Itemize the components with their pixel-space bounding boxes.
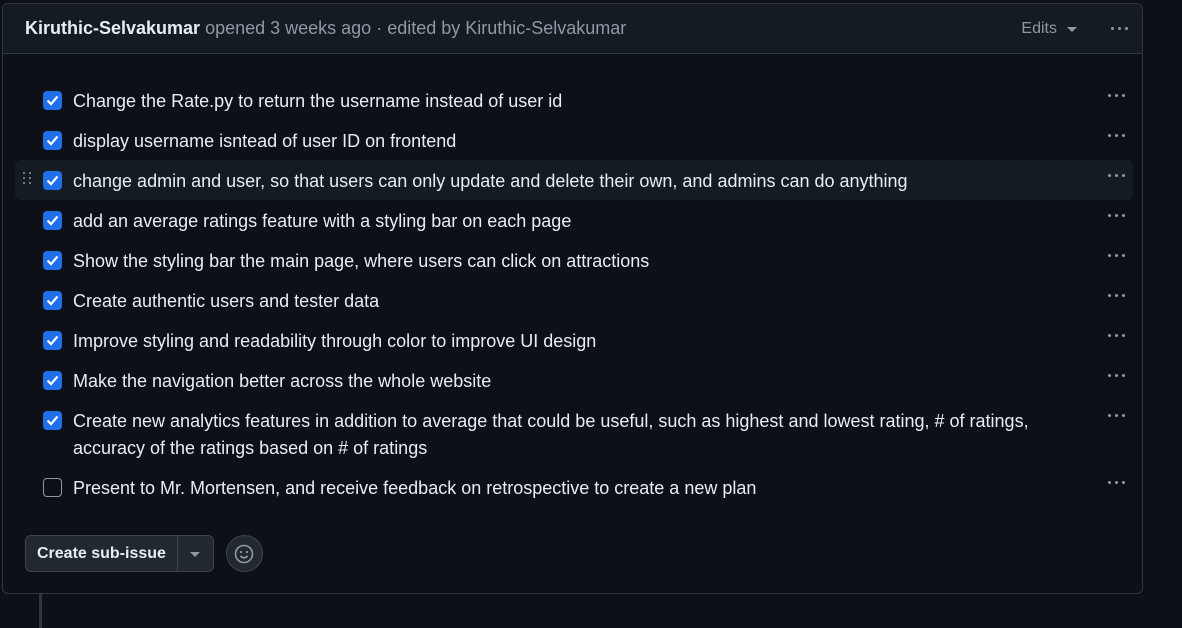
sub-issue-dropdown-button[interactable] <box>178 536 213 571</box>
checkmark-icon <box>46 375 59 386</box>
task-kebab-icon[interactable] <box>1104 210 1129 221</box>
task-text: Present to Mr. Mortensen, and receive fe… <box>73 478 757 498</box>
checkmark-icon <box>46 135 59 146</box>
task-checkbox[interactable] <box>43 91 62 110</box>
drag-handle-icon[interactable] <box>23 172 32 184</box>
task-item: add an average ratings feature with a st… <box>15 200 1133 240</box>
task-text: display username isntead of user ID on f… <box>73 131 457 151</box>
checkmark-icon <box>46 415 59 426</box>
task-checkbox[interactable] <box>43 291 62 310</box>
task-kebab-icon[interactable] <box>1104 90 1129 101</box>
comment-footer: Create sub-issue <box>25 535 263 572</box>
task-checkbox[interactable] <box>43 211 62 230</box>
task-item: Present to Mr. Mortensen, and receive fe… <box>15 467 1133 507</box>
task-checkbox[interactable] <box>43 171 62 190</box>
task-kebab-icon[interactable] <box>1104 477 1129 488</box>
task-text: Show the styling bar the main page, wher… <box>73 251 650 271</box>
task-text: Change the Rate.py to return the usernam… <box>73 91 563 111</box>
task-list: Change the Rate.py to return the usernam… <box>15 80 1133 507</box>
timeline-connector <box>39 594 42 628</box>
task-kebab-icon[interactable] <box>1104 410 1129 421</box>
task-kebab-icon[interactable] <box>1104 250 1129 261</box>
task-checkbox[interactable] <box>43 411 62 430</box>
author-link[interactable]: Kiruthic-Selvakumar <box>25 18 200 38</box>
task-checkbox[interactable] <box>43 478 62 497</box>
task-item: Change the Rate.py to return the usernam… <box>15 80 1133 120</box>
checkmark-icon <box>46 215 59 226</box>
task-kebab-icon[interactable] <box>1104 130 1129 141</box>
task-text: change admin and user, so that users can… <box>73 171 908 191</box>
edits-label: Edits <box>1021 19 1057 37</box>
task-kebab-icon[interactable] <box>1104 170 1129 181</box>
comment-header: Kiruthic-Selvakumar opened 3 weeks ago ·… <box>3 4 1142 54</box>
create-sub-issue-button[interactable]: Create sub-issue <box>26 536 178 571</box>
task-item: display username isntead of user ID on f… <box>15 120 1133 160</box>
create-sub-issue-group: Create sub-issue <box>25 535 214 572</box>
task-item: Improve styling and readability through … <box>15 320 1133 360</box>
checkmark-icon <box>46 175 59 186</box>
task-checkbox[interactable] <box>43 131 62 150</box>
task-kebab-icon[interactable] <box>1104 330 1129 341</box>
edits-dropdown[interactable]: Edits <box>1021 20 1077 38</box>
task-text: Improve styling and readability through … <box>73 331 597 351</box>
checkmark-icon <box>46 295 59 306</box>
task-item: Show the styling bar the main page, wher… <box>15 240 1133 280</box>
checkmark-icon <box>46 95 59 106</box>
task-checkbox[interactable] <box>43 331 62 350</box>
checkmark-icon <box>46 335 59 346</box>
task-item: Create authentic users and tester data <box>15 280 1133 320</box>
add-reaction-button[interactable] <box>225 535 263 572</box>
task-text: add an average ratings feature with a st… <box>73 211 572 231</box>
task-item: Create new analytics features in additio… <box>15 400 1133 467</box>
caret-down-icon <box>190 552 201 557</box>
task-text: Create new analytics features in additio… <box>73 411 1029 458</box>
checkmark-icon <box>46 255 59 266</box>
task-text: Make the navigation better across the wh… <box>73 371 492 391</box>
task-item: change admin and user, so that users can… <box>15 160 1133 200</box>
task-kebab-icon[interactable] <box>1104 370 1129 381</box>
smiley-icon <box>235 544 254 563</box>
task-checkbox[interactable] <box>43 251 62 270</box>
task-item: Make the navigation better across the wh… <box>15 360 1133 400</box>
comment-meta-text: opened 3 weeks ago · edited by Kiruthic-… <box>200 18 627 38</box>
task-kebab-icon[interactable] <box>1104 290 1129 301</box>
comment-meta: Kiruthic-Selvakumar opened 3 weeks ago ·… <box>25 18 1021 39</box>
task-text: Create authentic users and tester data <box>73 291 380 311</box>
caret-down-icon <box>1067 27 1077 32</box>
kebab-menu-icon[interactable] <box>1107 23 1132 34</box>
task-checkbox[interactable] <box>43 371 62 390</box>
issue-comment-card: Kiruthic-Selvakumar opened 3 weeks ago ·… <box>2 3 1143 594</box>
